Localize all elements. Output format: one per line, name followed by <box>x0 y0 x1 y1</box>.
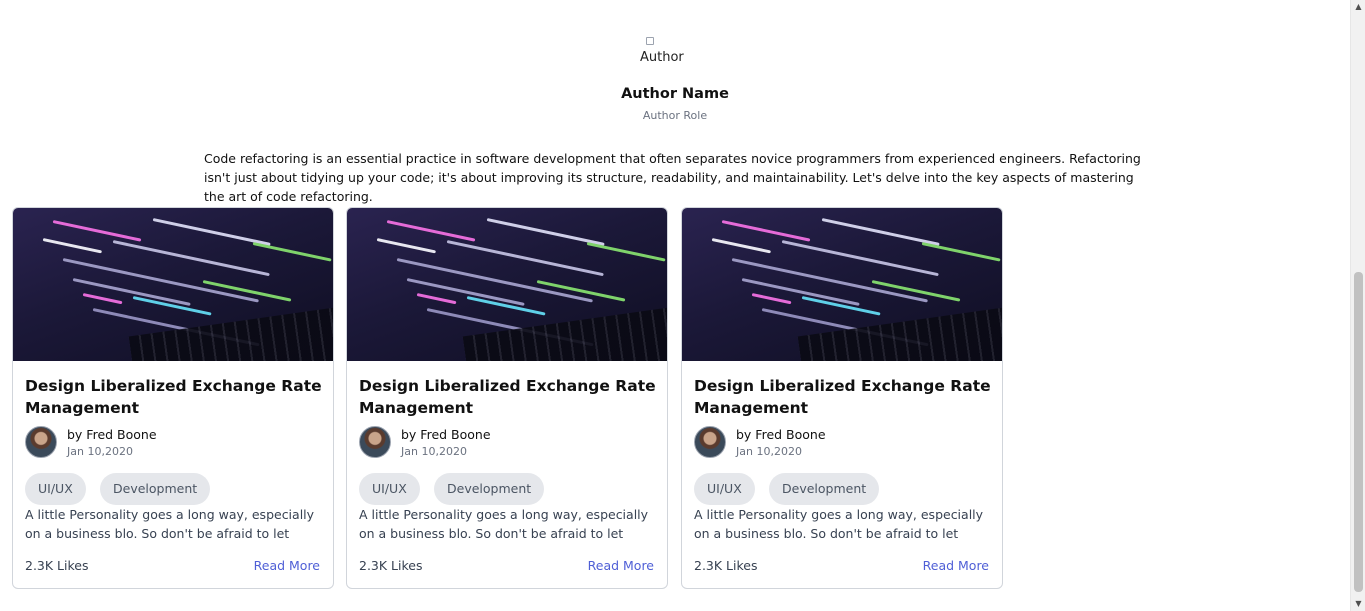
card-description: A little Personality goes a long way, es… <box>694 507 984 541</box>
card-likes: 2.3K Likes <box>694 558 758 573</box>
card-cover-image <box>682 208 1002 361</box>
scroll-up-icon[interactable]: ▲ <box>1351 0 1365 14</box>
scroll-down-icon[interactable]: ▼ <box>1351 597 1365 611</box>
card-date: Jan 10,2020 <box>401 445 467 458</box>
card-description: A little Personality goes a long way, es… <box>25 507 315 541</box>
author-avatar <box>694 426 726 458</box>
card-title[interactable]: Design Liberalized Exchange Rate Managem… <box>694 375 994 419</box>
blog-card[interactable]: Design Liberalized Exchange Rate Managem… <box>346 207 668 589</box>
card-date: Jan 10,2020 <box>67 445 133 458</box>
tag-development[interactable]: Development <box>769 473 880 505</box>
card-title[interactable]: Design Liberalized Exchange Rate Managem… <box>359 375 659 419</box>
author-role: Author Role <box>642 109 708 122</box>
author-avatar-image: Author <box>640 37 686 67</box>
author-avatar <box>359 426 391 458</box>
intro-paragraph: Code refactoring is an essential practic… <box>204 151 1141 204</box>
card-author: by Fred Boone <box>736 427 826 442</box>
scrollbar-thumb[interactable] <box>1354 272 1363 592</box>
author-avatar-alt: Author <box>640 50 684 65</box>
vertical-scrollbar[interactable]: ▲ ▼ <box>1350 0 1365 611</box>
card-title[interactable]: Design Liberalized Exchange Rate Managem… <box>25 375 325 419</box>
card-date: Jan 10,2020 <box>736 445 802 458</box>
keyboard-graphic <box>128 300 333 361</box>
read-more-link[interactable]: Read More <box>923 558 989 573</box>
blog-card[interactable]: Design Liberalized Exchange Rate Managem… <box>681 207 1003 589</box>
tag-ui-ux[interactable]: UI/UX <box>694 473 755 505</box>
broken-image-icon <box>646 37 654 45</box>
card-cover-image <box>13 208 333 361</box>
tag-ui-ux[interactable]: UI/UX <box>25 473 86 505</box>
tag-development[interactable]: Development <box>434 473 545 505</box>
blog-card[interactable]: Design Liberalized Exchange Rate Managem… <box>12 207 334 589</box>
card-likes: 2.3K Likes <box>25 558 89 573</box>
keyboard-graphic <box>462 300 667 361</box>
keyboard-graphic <box>797 300 1002 361</box>
blog-page: Author Author Name Author Role Code refa… <box>0 0 1350 611</box>
tag-development[interactable]: Development <box>100 473 211 505</box>
read-more-link[interactable]: Read More <box>588 558 654 573</box>
card-cover-image <box>347 208 667 361</box>
tag-ui-ux[interactable]: UI/UX <box>359 473 420 505</box>
card-author: by Fred Boone <box>67 427 157 442</box>
author-name: Author Name <box>621 86 729 102</box>
read-more-link[interactable]: Read More <box>254 558 320 573</box>
card-description: A little Personality goes a long way, es… <box>359 507 649 541</box>
card-author: by Fred Boone <box>401 427 491 442</box>
author-avatar <box>25 426 57 458</box>
card-likes: 2.3K Likes <box>359 558 423 573</box>
